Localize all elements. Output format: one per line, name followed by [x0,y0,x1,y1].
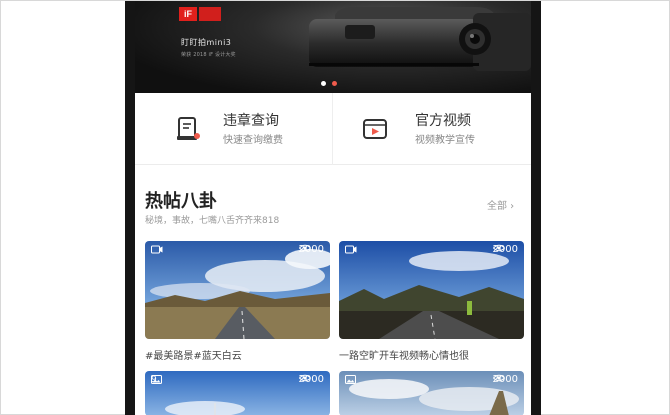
image-icon [151,375,162,384]
view-count: 2000 [492,374,518,385]
if-logo-mark: iF [179,7,197,21]
dashcam-product-image [309,7,531,71]
carousel-dot-1[interactable] [321,81,326,86]
screenshot-frame: iF 盯盯拍mini3 荣获 2018 iF 设计大奖 违章查询 快速查询缴费 … [0,0,670,415]
video-icon [151,245,163,254]
official-video-icon [363,119,387,139]
violation-query-title: 违章查询 [223,113,279,129]
view-count: 2000 [298,244,324,255]
phone-device: iF 盯盯拍mini3 荣获 2018 iF 设计大奖 违章查询 快速查询缴费 … [125,1,541,415]
eye-icon [298,374,311,382]
view-count: 2000 [492,244,518,255]
post-caption[interactable]: #最美路景#蓝天白云 [145,347,330,362]
eye-icon [492,244,505,252]
official-video-entry[interactable]: 官方视频 视频教学宣传 [333,93,531,165]
violation-query-entry[interactable]: 违章查询 快速查询缴费 [135,93,333,165]
post-card[interactable]: 2000 [339,241,524,339]
banner-subtitle: 荣获 2018 iF 设计大奖 [181,52,236,58]
official-video-subtitle: 视频教学宣传 [415,135,475,146]
banner-title: 盯盯拍mini3 [181,38,232,47]
carousel-indicator [321,81,337,86]
promo-banner[interactable]: iF 盯盯拍mini3 荣获 2018 iF 设计大奖 [135,1,531,93]
if-logo-label [199,7,221,21]
post-card[interactable]: 2000 [339,371,524,415]
post-card[interactable]: 2000 [145,241,330,339]
section-title: 热帖八卦 [145,191,217,212]
post-thumbnail [339,241,524,339]
eye-icon [492,374,505,382]
app-screen: iF 盯盯拍mini3 荣获 2018 iF 设计大奖 违章查询 快速查询缴费 … [135,1,531,415]
section-subtitle: 秘境，事故，七嘴八舌齐齐来818 [145,216,280,226]
post-thumbnail [145,241,330,339]
carousel-dot-2[interactable] [332,81,337,86]
video-icon [345,245,357,254]
post-card[interactable]: 9 2000 [145,371,330,415]
official-video-title: 官方视频 [415,113,471,129]
if-award-logo: iF [179,7,221,21]
feature-shortcuts: 违章查询 快速查询缴费 官方视频 视频教学宣传 [135,93,531,165]
image-icon [345,375,356,384]
violation-query-icon [177,117,200,140]
eye-icon [298,244,311,252]
view-count: 2000 [298,374,324,385]
post-caption[interactable]: 一路空旷开车视频畅心情也很 [339,347,524,362]
view-all-link[interactable]: 全部 › [487,197,514,212]
post-type-badge: 9 [151,375,162,385]
violation-query-subtitle: 快速查询缴费 [223,135,283,146]
